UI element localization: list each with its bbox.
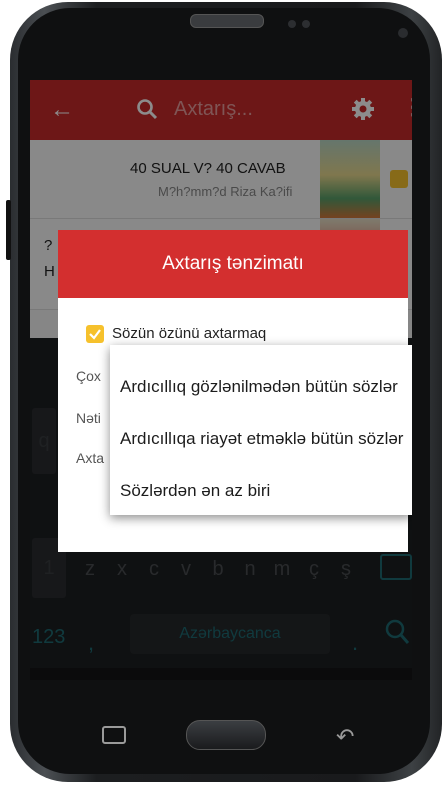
checkbox-label: Sözün özünü axtarmaq [112, 325, 267, 342]
checkmark-icon [89, 329, 101, 340]
dropdown-menu: Ardıcıllıq gözlənilmədən bütün sözlər Ar… [110, 345, 412, 515]
sensor-dot [288, 20, 296, 28]
dropdown-option[interactable]: Ardıcıllıq gözlənilmədən bütün sözlər [120, 377, 398, 397]
screen: ← Axtarış... ⋮ 40 SUAL V? 40 CAVAB M?h?m… [30, 80, 412, 680]
home-button[interactable] [186, 720, 266, 750]
side-button [6, 200, 11, 260]
front-camera [398, 28, 408, 38]
sensor-dot [302, 20, 310, 28]
row-label: Nəti [76, 410, 101, 426]
row-label: Axta [76, 450, 105, 466]
checkbox[interactable] [86, 325, 104, 343]
recent-apps-icon[interactable] [102, 726, 126, 744]
dropdown-option[interactable]: Sözlərdən ən az biri [120, 481, 270, 501]
dialog-title: Axtarış tənzimatı [58, 230, 408, 298]
back-icon[interactable]: ↶ [336, 724, 354, 750]
earpiece-speaker [190, 14, 264, 28]
hardware-nav-bar: ↶ [0, 680, 446, 770]
dropdown-option[interactable]: Ardıcıllıqa riayət etməklə bütün sözlər [120, 429, 403, 449]
row-label: Çox [76, 368, 101, 384]
